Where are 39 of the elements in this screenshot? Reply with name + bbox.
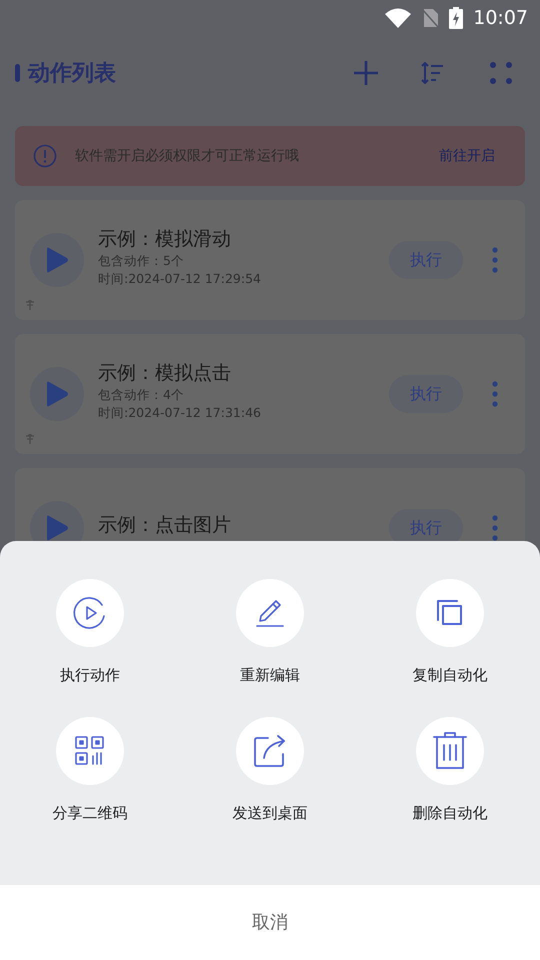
dots-grid-icon [490,62,512,84]
more-icon [492,515,498,541]
sort-icon [420,62,444,84]
more-icon [492,247,498,273]
plus-icon [353,60,379,86]
trash-icon [433,732,467,770]
sheet-action[interactable]: 分享二维码 [0,716,180,824]
pencil-icon [254,597,286,629]
copy-icon [435,598,465,628]
action-label: 分享二维码 [52,802,128,824]
action-label: 执行动作 [60,665,120,686]
action-label: 复制自动化 [412,665,488,686]
action-count: 包含动作：4个 [98,386,185,404]
more-icon [492,381,498,407]
alert-icon [33,144,57,168]
action-label: 发送到桌面 [232,802,308,824]
wifi-icon [385,8,412,28]
card-title: 示例：模拟点击 [98,361,232,386]
play-icon [45,381,69,407]
qr-code-icon [75,736,105,766]
action-label: 删除自动化 [412,802,488,824]
action-count: 包含动作：5个 [98,252,185,270]
sheet-action[interactable]: 删除自动化 [360,716,540,824]
play-icon [45,515,69,541]
battery-icon [449,7,464,29]
card-time: 时间:2024-07-12 17:29:54 [98,270,262,288]
pin-icon [25,434,35,444]
card-title: 示例：模拟滑动 [98,227,232,252]
play-icon [45,247,69,273]
card-time: 时间:2024-07-12 17:31:46 [98,404,262,422]
card-title: 示例：点击图片 [98,513,232,538]
share-icon [253,734,287,768]
pin-icon [25,300,35,310]
cancel-button[interactable]: 取消 [0,885,540,960]
title-accent-bar [15,64,20,82]
status-time: 10:07 [473,6,528,31]
no-sim-icon [421,8,440,28]
action-label: 重新编辑 [240,665,300,686]
sheet-action[interactable]: 发送到桌面 [180,716,360,824]
